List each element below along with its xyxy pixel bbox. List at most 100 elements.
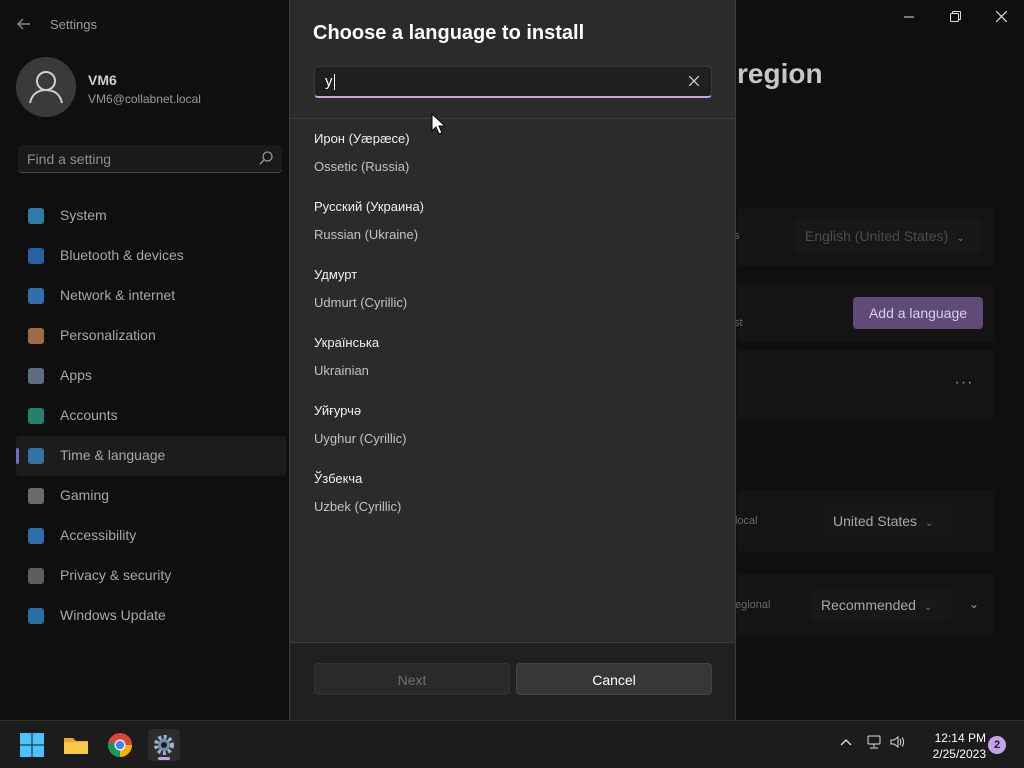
language-list-item[interactable]: Ўзбекча Uzbek (Cyrillic) — [290, 459, 735, 527]
sidebar-item-label: Accounts — [60, 407, 118, 423]
sidebar-item-accounts[interactable]: Accounts — [16, 396, 286, 436]
close-button[interactable] — [986, 8, 1016, 26]
language-list-item[interactable]: Русский (Украина) Russian (Ukraine) — [290, 187, 735, 255]
sidebar-item-label: Time & language — [60, 447, 166, 463]
start-button[interactable] — [16, 729, 48, 761]
cancel-button[interactable]: Cancel — [516, 663, 712, 695]
monitor-icon — [28, 208, 44, 224]
more-options-icon[interactable]: ··· — [952, 374, 976, 394]
search-icon — [259, 151, 273, 165]
notification-badge[interactable]: 2 — [988, 736, 1006, 754]
sidebar-item-label: Gaming — [60, 487, 110, 503]
folder-icon — [64, 738, 88, 754]
globe-clock-icon — [28, 448, 44, 464]
language-list-item[interactable]: Уйғурчә Uyghur (Cyrillic) — [290, 391, 735, 459]
language-search-input[interactable]: у — [314, 66, 712, 98]
language-english-name: Russian (Ukraine) — [314, 227, 419, 242]
sidebar-item-accessibility[interactable]: Accessibility — [16, 516, 286, 556]
apps-icon — [28, 368, 44, 384]
sidebar-item-label: Network & internet — [60, 287, 176, 303]
close-icon — [688, 75, 700, 87]
shield-icon — [28, 568, 44, 584]
language-english-name: Ossetic (Russia) — [314, 159, 410, 174]
clear-search-button[interactable] — [685, 72, 703, 90]
sidebar-item-label: Personalization — [60, 327, 156, 343]
regional-format-dropdown[interactable]: Recommended ⌄ — [811, 589, 951, 621]
language-list-item[interactable]: Ирон (Уæрæсе) Ossetic (Russia) — [290, 119, 735, 187]
expand-chevron-icon[interactable]: ⌄ — [964, 594, 984, 614]
sidebar-item-label: Windows Update — [60, 607, 166, 623]
sidebar-item-privacy-security[interactable]: Privacy & security — [16, 556, 286, 596]
clock-time: 12:14 PM — [934, 731, 986, 745]
network-tray-button[interactable] — [864, 735, 884, 755]
profile-name: VM6 — [88, 72, 117, 88]
country-region-card: local United States ⌄ — [735, 490, 994, 552]
profile-email: VM6@collabnet.local — [88, 92, 201, 106]
regional-format-value: Recommended — [821, 597, 916, 613]
bluetooth-icon — [28, 248, 44, 264]
close-icon — [995, 10, 1007, 23]
update-icon — [28, 608, 44, 624]
card-label-fragment: local — [735, 515, 758, 527]
language-english-name: Uyghur (Cyrillic) — [314, 431, 407, 446]
restore-icon — [949, 11, 961, 22]
sidebar-item-label: System — [60, 207, 107, 223]
chevron-down-icon: ⌄ — [956, 233, 965, 244]
app-title: Settings — [50, 17, 97, 32]
sidebar-item-system[interactable]: System — [16, 196, 286, 236]
network-icon — [867, 735, 881, 749]
regional-format-card: egional Recommended ⌄ — [735, 574, 994, 636]
back-arrow-icon — [17, 18, 30, 30]
chevron-down-icon: ⌄ — [925, 518, 934, 529]
sidebar-item-network-internet[interactable]: Network & internet — [16, 276, 286, 316]
sidebar-item-time-language[interactable]: Time & language — [16, 436, 286, 476]
sidebar-item-windows-update[interactable]: Windows Update — [16, 596, 286, 636]
sidebar-item-bluetooth-devices[interactable]: Bluetooth & devices — [16, 236, 286, 276]
sidebar-nav: System Bluetooth & devices Network & inter… — [16, 196, 286, 636]
sidebar-item-label: Privacy & security — [60, 567, 172, 583]
language-native-name: Уйғурчә — [314, 403, 362, 418]
restore-button[interactable] — [940, 8, 970, 26]
settings-search-input[interactable]: Find a setting — [18, 145, 282, 173]
speaker-icon — [890, 736, 904, 748]
language-search-value: у — [325, 73, 335, 91]
sidebar-item-label: Bluetooth & devices — [60, 247, 184, 263]
show-hidden-icons-button[interactable] — [836, 735, 856, 755]
file-explorer-button[interactable] — [60, 729, 92, 761]
volume-tray-button[interactable] — [888, 735, 908, 755]
display-language-dropdown[interactable]: English (United States) ⌄ — [795, 220, 981, 252]
country-value: United States — [833, 513, 918, 529]
settings-taskbar-button[interactable] — [148, 729, 180, 761]
windows-logo-icon — [20, 733, 44, 757]
language-english-name: Ukrainian — [314, 363, 369, 378]
clock[interactable]: 12:14 PM 2/25/2023 — [916, 730, 986, 762]
back-button[interactable] — [12, 12, 36, 36]
card-label-fragment: egional — [735, 599, 771, 611]
language-list-item[interactable]: Удмурт Udmurt (Cyrillic) — [290, 255, 735, 323]
active-indicator — [158, 757, 170, 760]
sidebar-item-apps[interactable]: Apps — [16, 356, 286, 396]
minimize-icon — [904, 16, 914, 18]
language-list-item[interactable]: Українська Ukrainian — [290, 323, 735, 391]
minimize-button[interactable] — [894, 8, 924, 26]
language-native-name: Удмурт — [314, 267, 358, 282]
add-language-button[interactable]: Add a language — [853, 297, 983, 329]
sidebar-item-personalization[interactable]: Personalization — [16, 316, 286, 356]
sidebar-item-gaming[interactable]: Gaming — [16, 476, 286, 516]
windows-display-language-card: s English (United States) ⌄ — [734, 208, 994, 266]
language-native-name: Русский (Украина) — [314, 199, 424, 214]
mouse-pointer-icon — [431, 113, 445, 135]
brush-icon — [28, 328, 44, 344]
sidebar-item-label: Apps — [60, 367, 92, 383]
display-language-value: English (United States) — [805, 228, 949, 244]
chrome-button[interactable] — [104, 729, 136, 761]
controller-icon — [28, 488, 44, 504]
chevron-up-icon — [840, 739, 852, 746]
next-button[interactable]: Next — [314, 663, 510, 695]
dialog-title: Choose a language to install — [313, 22, 585, 44]
clock-date: 2/25/2023 — [932, 747, 986, 761]
language-english-name: Udmurt (Cyrillic) — [314, 295, 408, 310]
chrome-icon — [108, 733, 132, 757]
country-dropdown[interactable]: United States ⌄ — [823, 505, 953, 537]
search-placeholder: Find a setting — [27, 151, 112, 167]
